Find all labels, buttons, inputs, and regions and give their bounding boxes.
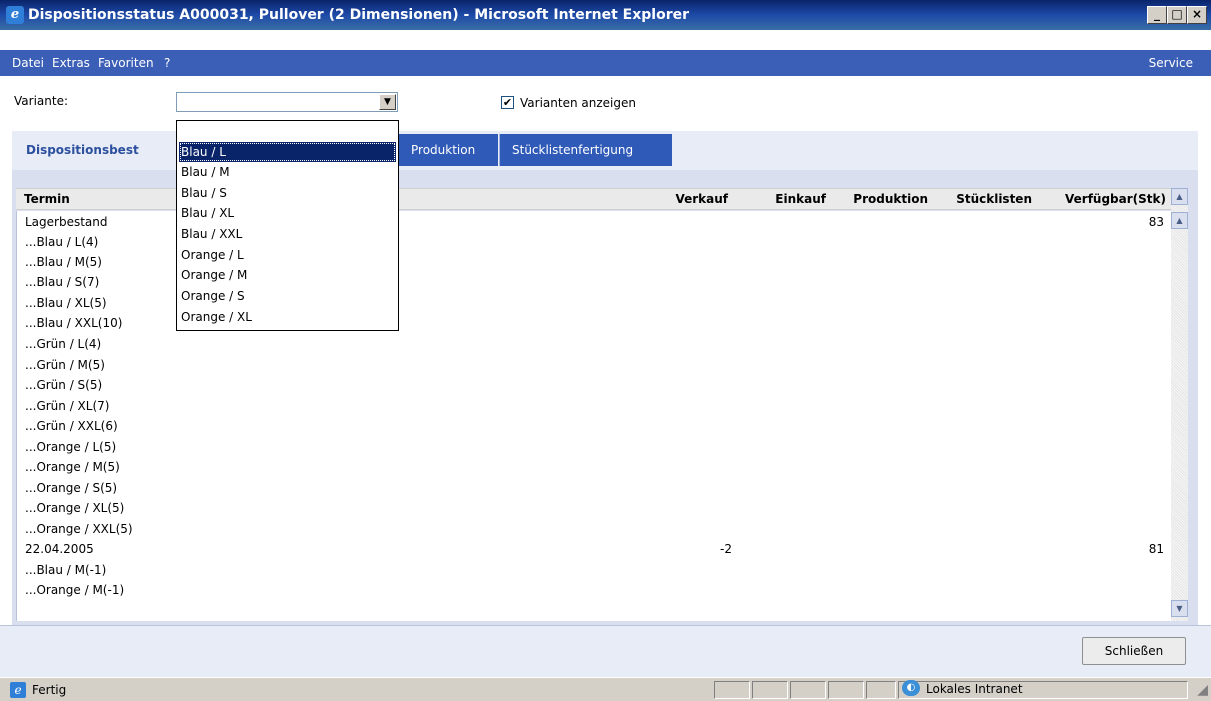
minimize-button[interactable]: _ xyxy=(1147,6,1167,24)
dropdown-option[interactable]: Orange / M xyxy=(179,265,396,285)
maximize-button[interactable]: □ xyxy=(1167,6,1187,24)
chevron-down-icon[interactable]: ▼ xyxy=(379,94,396,110)
status-text: Fertig xyxy=(32,683,67,697)
close-window-button[interactable]: × xyxy=(1187,6,1207,24)
table-row[interactable]: ...Orange / XL(5) xyxy=(25,501,124,518)
menu-favoriten[interactable]: Favoriten xyxy=(98,56,154,70)
status-panel xyxy=(752,681,788,699)
variant-label: Variante: xyxy=(14,94,68,108)
variant-dropdown-list: Blau / L Blau / M Blau / S Blau / XL Bla… xyxy=(176,120,399,331)
intranet-zone-icon: ◐ xyxy=(902,680,920,696)
col-produktion[interactable]: Produktion xyxy=(853,192,928,206)
status-panel xyxy=(714,681,750,699)
table-row[interactable]: Lagerbestand xyxy=(25,215,108,232)
dropdown-option[interactable]: Blau / XXL xyxy=(179,224,396,244)
col-verfuegbar[interactable]: Verfügbar(Stk) xyxy=(1065,192,1166,206)
dropdown-option-selected[interactable]: Blau / L xyxy=(179,142,396,162)
window-titlebar: e Dispositionsstatus A000031, Pullover (… xyxy=(0,0,1211,30)
sales-value: -2 xyxy=(720,542,732,556)
dropdown-option[interactable]: Orange / S xyxy=(179,286,396,306)
table-row[interactable]: ...Blau / L(4) xyxy=(25,235,98,252)
col-verkauf[interactable]: Verkauf xyxy=(675,192,728,206)
available-value: 81 xyxy=(1148,542,1164,556)
menu-datei[interactable]: Datei xyxy=(12,56,44,70)
dropdown-option[interactable]: Orange / L xyxy=(179,245,396,265)
available-value: 83 xyxy=(1148,215,1164,229)
table-row[interactable]: 22.04.2005 xyxy=(25,542,94,559)
status-panel xyxy=(828,681,864,699)
table-row[interactable]: ...Grün / L(4) xyxy=(25,337,101,354)
menu-extras[interactable]: Extras xyxy=(52,56,90,70)
dropdown-option[interactable]: Blau / XL xyxy=(179,203,396,223)
table-row[interactable]: ...Orange / S(5) xyxy=(25,481,117,498)
col-einkauf[interactable]: Einkauf xyxy=(775,192,826,206)
table-row[interactable]: ...Grün / S(5) xyxy=(25,378,102,395)
ie-page-icon: e xyxy=(10,682,26,698)
ie-icon: e xyxy=(6,6,24,24)
zone-text: Lokales Intranet xyxy=(926,682,1023,696)
table-row[interactable]: ...Grün / XXL(6) xyxy=(25,419,118,436)
tab-stuecklistenfertigung[interactable]: Stücklistenfertigung xyxy=(499,134,672,166)
scroll-up-double-icon[interactable]: ▲ xyxy=(1171,188,1188,205)
table-row[interactable]: ...Blau / XXL(10) xyxy=(25,316,122,333)
statusbar: e Fertig xyxy=(0,677,1211,701)
table-row[interactable]: ...Blau / M(-1) xyxy=(25,563,106,580)
action-bar xyxy=(0,625,1211,677)
table-row[interactable]: ...Grün / XL(7) xyxy=(25,399,109,416)
menu-help[interactable]: ? xyxy=(164,56,170,70)
table-row[interactable]: ...Blau / XL(5) xyxy=(25,296,107,313)
table-row[interactable]: ...Orange / XXL(5) xyxy=(25,522,133,539)
window-title: Dispositionsstatus A000031, Pullover (2 … xyxy=(28,7,690,23)
tab-dispositionsbestand[interactable]: Dispositionsbest xyxy=(14,134,184,166)
menu-service[interactable]: Service xyxy=(1149,56,1193,70)
dropdown-option[interactable] xyxy=(179,121,396,141)
table-row[interactable]: ...Orange / M(5) xyxy=(25,460,120,477)
col-termin[interactable]: Termin xyxy=(24,192,70,206)
dropdown-option[interactable]: Blau / S xyxy=(179,183,396,203)
close-button[interactable]: Schließen xyxy=(1082,637,1186,665)
table-row[interactable]: ...Blau / M(5) xyxy=(25,255,102,272)
menubar: Datei Extras Favoriten ? Service xyxy=(0,50,1211,76)
scroll-up-icon[interactable]: ▲ xyxy=(1171,212,1188,229)
variant-select[interactable]: ▼ xyxy=(176,92,398,112)
resize-grip-icon[interactable]: ◢ xyxy=(1197,682,1208,698)
scroll-down-icon[interactable]: ▼ xyxy=(1171,600,1188,617)
table-row[interactable]: ...Grün / M(5) xyxy=(25,358,105,375)
table-row[interactable]: ...Orange / L(5) xyxy=(25,440,116,457)
show-variants-checkbox[interactable]: ✔ xyxy=(501,96,514,109)
table-row[interactable]: ...Blau / S(7) xyxy=(25,275,99,292)
col-stuecklisten[interactable]: Stücklisten xyxy=(956,192,1032,206)
grid-scrollbar[interactable]: ▲ ▲ ▼ xyxy=(1171,188,1188,621)
dropdown-option[interactable]: Blau / M xyxy=(179,162,396,182)
dropdown-option[interactable]: Orange / XL xyxy=(179,307,396,327)
table-row[interactable]: ...Orange / M(-1) xyxy=(25,583,124,600)
status-panel xyxy=(790,681,826,699)
status-panel xyxy=(866,681,896,699)
tab-produktion[interactable]: Produktion xyxy=(398,134,498,166)
show-variants-label: Varianten anzeigen xyxy=(520,96,636,110)
